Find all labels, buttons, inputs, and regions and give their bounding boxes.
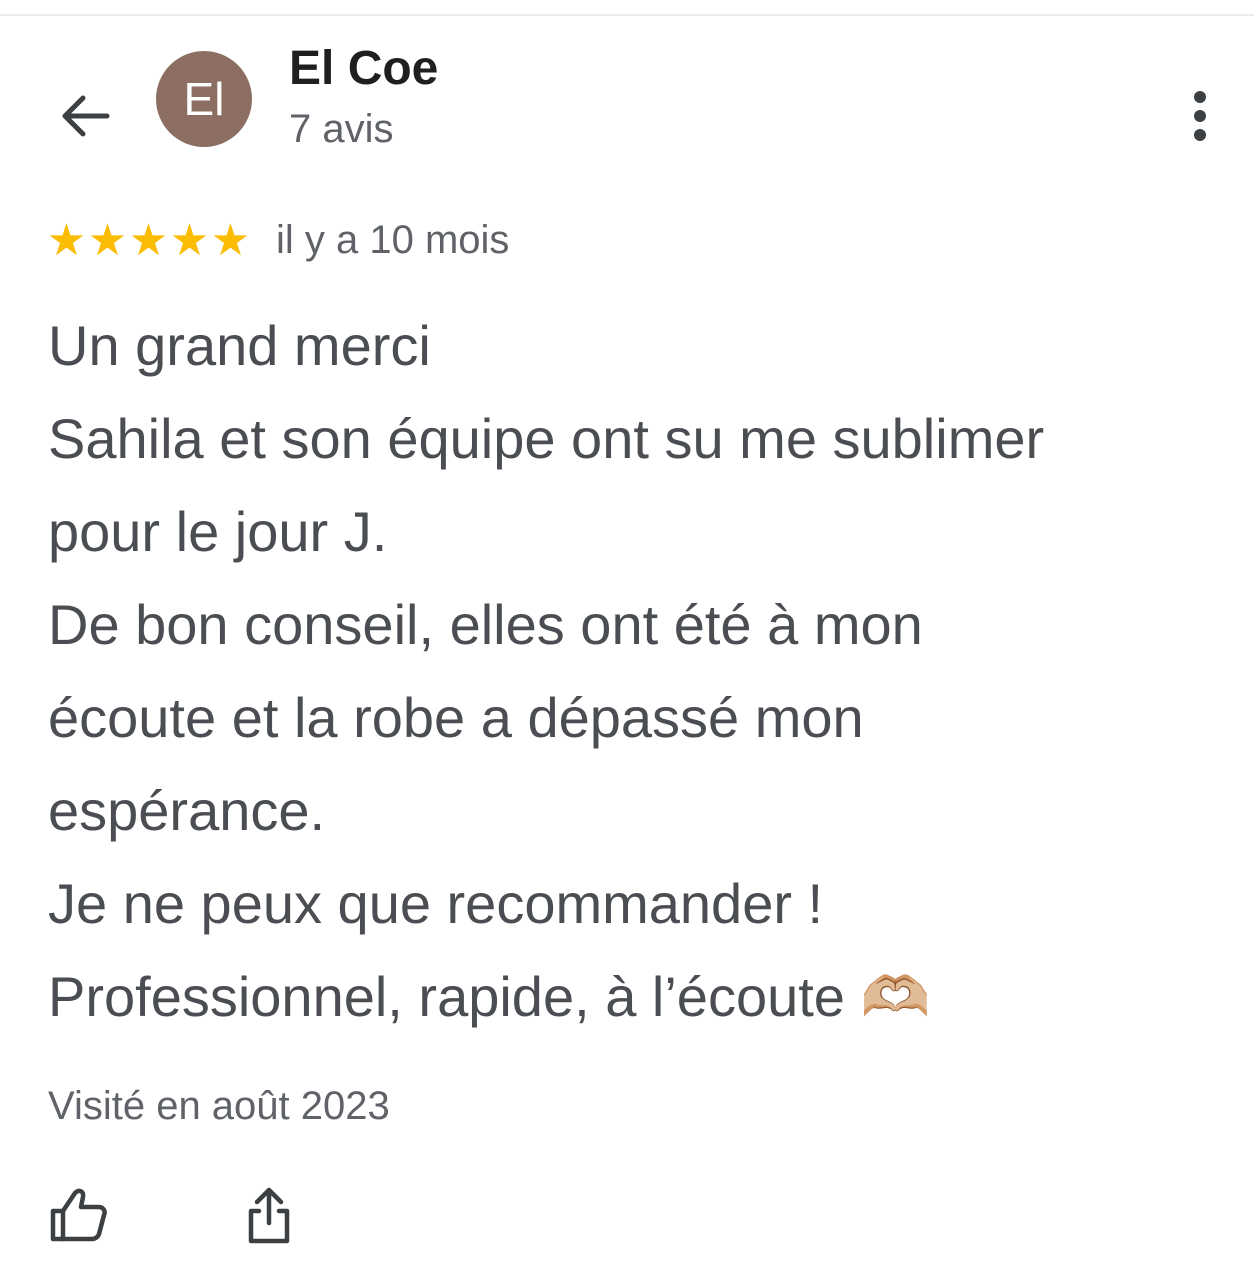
- top-divider: [0, 14, 1254, 16]
- reviewer-name[interactable]: El Coe: [289, 42, 438, 96]
- review-line: Un grand merci: [48, 314, 431, 377]
- avatar-initials: El: [183, 73, 225, 125]
- review-line: De bon conseil, elles ont été à mon: [48, 593, 923, 656]
- review-text: Un grand merci Sahila et son équipe ont …: [48, 299, 1218, 1043]
- share-button[interactable]: [234, 1180, 304, 1250]
- share-icon: [248, 1187, 290, 1244]
- arrow-left-icon: [62, 95, 110, 137]
- star-icon: ★: [169, 216, 210, 265]
- review-line: Professionnel, rapide, à l’écoute 🫶🏼: [48, 965, 931, 1028]
- like-button[interactable]: [44, 1180, 114, 1250]
- review-date: il y a 10 mois: [276, 218, 510, 262]
- star-icon: ★: [210, 216, 251, 265]
- star-icon: ★: [87, 216, 128, 265]
- back-button[interactable]: [48, 84, 118, 148]
- review-line: Je ne peux que recommander !: [48, 872, 824, 935]
- avatar[interactable]: El: [156, 51, 252, 147]
- review-line: espérance.: [48, 779, 326, 842]
- review-line: pour le jour J.: [48, 500, 388, 563]
- star-icon: ★: [128, 216, 169, 265]
- star-rating: ★ ★ ★ ★ ★: [46, 218, 251, 264]
- thumbs-up-icon: [50, 1188, 107, 1242]
- review-line: Sahila et son équipe ont su me sublimer: [48, 407, 1045, 470]
- visit-date: Visité en août 2023: [48, 1084, 390, 1128]
- star-icon: ★: [46, 216, 87, 265]
- review-line: écoute et la robe a dépassé mon: [48, 686, 864, 749]
- more-vertical-icon: [1194, 91, 1206, 141]
- more-options-button[interactable]: [1176, 84, 1224, 148]
- review-count: 7 avis: [289, 107, 394, 151]
